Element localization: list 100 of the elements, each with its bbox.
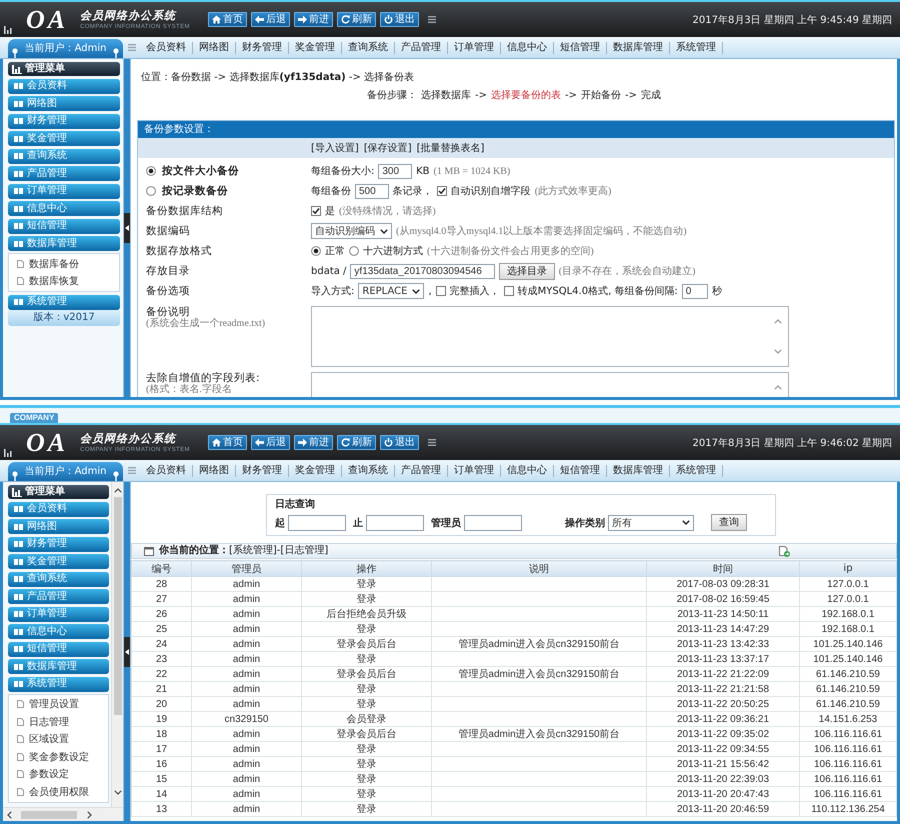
nav-link[interactable]: 系统管理	[670, 42, 723, 54]
submenu-item[interactable]: 日志管理	[9, 713, 108, 730]
vertical-scrollbar[interactable]	[111, 482, 123, 807]
toolbar-button[interactable]: 刷新	[336, 12, 376, 27]
logo-text: OA	[26, 428, 68, 458]
form-button[interactable]: 选择目录	[498, 262, 555, 280]
step-label: 选择数据库	[421, 88, 471, 103]
sidebar-item[interactable]: 信息中心	[8, 624, 109, 639]
submenu-item[interactable]: 管理员设置	[9, 696, 108, 713]
text-field[interactable]	[288, 514, 346, 530]
column-header: 管理员	[192, 560, 302, 576]
tile-icon	[14, 170, 23, 176]
submenu-item[interactable]: 数据库恢复	[9, 272, 119, 290]
nav-link[interactable]: 系统管理	[670, 464, 723, 476]
table-cell: 2017-08-03 09:28:31	[646, 576, 800, 592]
tile-icon	[14, 646, 23, 652]
panel-link[interactable]: [导入设置]	[311, 141, 359, 155]
table-cell: 登录	[302, 682, 432, 696]
chevron-down-icon[interactable]	[114, 790, 122, 795]
table-cell: 106.116.116.61	[800, 742, 896, 756]
nav-link[interactable]: 网络图	[193, 464, 236, 476]
submenu-item[interactable]: 奖金参数设定	[9, 748, 108, 766]
sidebar-item[interactable]: 网络图	[8, 519, 109, 534]
field-note: (格式：表名.字段名	[146, 384, 232, 396]
chevron-up-icon[interactable]	[114, 488, 122, 493]
nav-link[interactable]: 数据库管理	[607, 42, 670, 54]
radio-button[interactable]	[146, 166, 156, 176]
checkbox-label: 完整插入，	[450, 284, 500, 298]
text-field[interactable]	[464, 514, 522, 530]
nav-link[interactable]: 订单管理	[448, 42, 501, 54]
nav-link[interactable]: 信息中心	[501, 42, 554, 54]
nav-link[interactable]: 订单管理	[448, 464, 501, 476]
checkbox[interactable]	[436, 186, 447, 196]
radio-label: 十六进制方式	[363, 244, 423, 258]
bar-chart-icon	[4, 449, 12, 457]
home-icon	[212, 438, 221, 447]
horizontal-scrollbar[interactable]	[3, 807, 123, 821]
radio-button[interactable]	[349, 246, 359, 256]
text-field[interactable]	[366, 514, 424, 530]
panel-link[interactable]: [批量替换表名]	[416, 141, 484, 155]
page-arrow-icon[interactable]	[779, 546, 790, 556]
text-field[interactable]: 500	[355, 184, 389, 198]
chevron-left-icon[interactable]	[7, 810, 12, 818]
text-field[interactable]: yf135data_20170803094546	[350, 264, 495, 278]
nav-link[interactable]: 查询系统	[342, 42, 395, 54]
collapse-handle[interactable]	[124, 636, 130, 666]
checkbox[interactable]	[504, 286, 514, 296]
nav-link[interactable]: 产品管理	[395, 42, 448, 54]
sidebar-item[interactable]: 网络图	[8, 96, 120, 111]
nav-link[interactable]: 短信管理	[554, 464, 607, 476]
hint-text: (没特殊情况，请选择)	[339, 204, 436, 218]
toolbar-button[interactable]: 首页	[208, 435, 247, 450]
nav-link[interactable]: 短信管理	[554, 42, 607, 54]
toolbar-button[interactable]: 刷新	[336, 435, 376, 450]
submenu-item[interactable]: 会员使用权限	[9, 783, 108, 800]
toolbar-button[interactable]: 退出	[380, 435, 419, 450]
nav-link[interactable]: 财务管理	[236, 464, 289, 476]
nav-link[interactable]: 会员资料	[140, 464, 193, 476]
nav-link[interactable]: 奖金管理	[289, 464, 342, 476]
submenu-item[interactable]: 区域设置	[9, 730, 108, 748]
checkbox[interactable]	[311, 206, 321, 216]
toolbar-button[interactable]: 后退	[250, 12, 290, 27]
chevron-right-icon[interactable]	[87, 810, 92, 818]
nav-link[interactable]: 奖金管理	[289, 42, 342, 54]
table-cell: 登录	[302, 592, 432, 606]
tile-icon	[14, 240, 23, 246]
radio-button[interactable]	[146, 186, 156, 196]
toolbar-button[interactable]: 首页	[208, 12, 247, 27]
dropdown[interactable]: 自动识别编码	[311, 223, 392, 239]
toolbar-button[interactable]: 退出	[380, 12, 419, 27]
checkbox[interactable]	[436, 286, 446, 296]
collapse-handle[interactable]	[124, 213, 130, 243]
form-button[interactable]: 查询	[711, 514, 747, 531]
toolbar-button[interactable]: 前进	[294, 12, 333, 27]
scroll-thumb[interactable]	[114, 497, 122, 715]
nav-link[interactable]: 数据库管理	[607, 464, 670, 476]
nav-link[interactable]: 会员资料	[140, 42, 193, 54]
menu-icon[interactable]	[428, 16, 436, 23]
scroll-thumb[interactable]	[21, 810, 77, 818]
nav-link[interactable]: 查询系统	[342, 464, 395, 476]
table-cell: 127.0.0.1	[800, 592, 896, 606]
submenu-item[interactable]: 参数设定	[9, 766, 108, 783]
dropdown[interactable]: 所有	[608, 514, 694, 530]
nav-link[interactable]: 信息中心	[501, 464, 554, 476]
text-field[interactable]: 300	[378, 164, 412, 178]
submenu-item[interactable]: 数据库备份	[9, 255, 119, 272]
toolbar-button[interactable]: 前进	[294, 435, 333, 450]
nav-link[interactable]: 网络图	[193, 42, 236, 54]
panel-link[interactable]: [保存设置]	[364, 141, 412, 155]
nav-link[interactable]: 财务管理	[236, 42, 289, 54]
toolbar-button[interactable]: 后退	[250, 435, 290, 450]
dropdown[interactable]: REPLACE	[358, 283, 424, 299]
tile-icon	[14, 506, 23, 512]
sidebar-item[interactable]: 信息中心	[8, 201, 120, 216]
text-field[interactable]: 0	[682, 284, 708, 298]
caret-icon	[682, 520, 690, 525]
menu-icon[interactable]	[428, 439, 436, 446]
nav-link[interactable]: 产品管理	[395, 464, 448, 476]
page-icon	[17, 770, 24, 778]
radio-button[interactable]	[311, 246, 321, 256]
